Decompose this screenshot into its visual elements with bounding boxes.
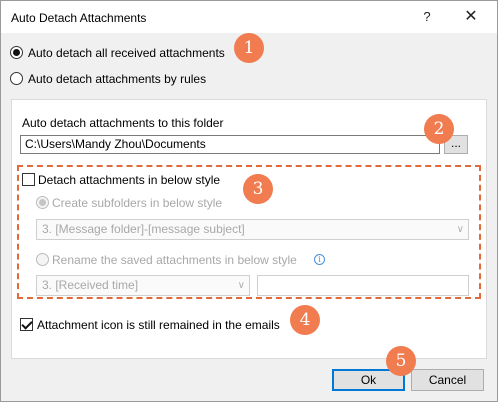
rename-extra-input[interactable] — [257, 275, 469, 296]
subfolder-style-value: 3. [Message folder]-[message subject] — [42, 222, 245, 236]
cancel-button[interactable]: Cancel — [411, 369, 484, 391]
radio-create-subfolders[interactable] — [36, 196, 49, 209]
create-subfolders-label[interactable]: Create subfolders in below style — [52, 196, 222, 210]
detach-style-checkbox[interactable] — [22, 173, 35, 186]
callout-badge-1: 1 — [234, 33, 264, 63]
chevron-down-icon: ∨ — [237, 280, 245, 291]
folder-path-input[interactable]: C:\Users\Mandy Zhou\Documents — [20, 135, 440, 154]
radio-all-received-label[interactable]: Auto detach all received attachments — [28, 46, 225, 60]
radio-all-received[interactable] — [10, 46, 23, 59]
rename-style-value: 3. [Received time] — [42, 278, 139, 292]
rename-style-select[interactable]: 3. [Received time] ∨ — [36, 275, 250, 296]
callout-badge-2: 2 — [424, 114, 454, 144]
icon-remained-checkbox[interactable] — [20, 318, 33, 331]
auto-detach-dialog: Auto Detach Attachments ? ✕ Auto detach … — [0, 0, 498, 402]
callout-badge-3: 3 — [243, 174, 273, 204]
rename-label[interactable]: Rename the saved attachments in below st… — [52, 253, 297, 267]
help-icon[interactable]: ? — [412, 5, 442, 29]
callout-badge-4: 4 — [290, 305, 320, 335]
window-title: Auto Detach Attachments — [11, 11, 147, 25]
folder-label: Auto detach attachments to this folder — [22, 116, 224, 130]
subfolder-style-select[interactable]: 3. [Message folder]-[message subject] ∨ — [36, 219, 469, 240]
radio-rename-attachments[interactable] — [36, 253, 49, 266]
detach-style-label[interactable]: Detach attachments in below style — [38, 173, 220, 187]
title-bar: Auto Detach Attachments ? ✕ — [1, 1, 497, 33]
icon-remained-label[interactable]: Attachment icon is still remained in the… — [37, 318, 280, 332]
info-icon[interactable]: i — [314, 254, 325, 265]
radio-by-rules-label[interactable]: Auto detach attachments by rules — [28, 72, 206, 86]
radio-by-rules[interactable] — [10, 72, 23, 85]
chevron-down-icon: ∨ — [456, 224, 464, 235]
close-icon[interactable]: ✕ — [456, 5, 486, 29]
callout-badge-5: 5 — [386, 346, 416, 376]
